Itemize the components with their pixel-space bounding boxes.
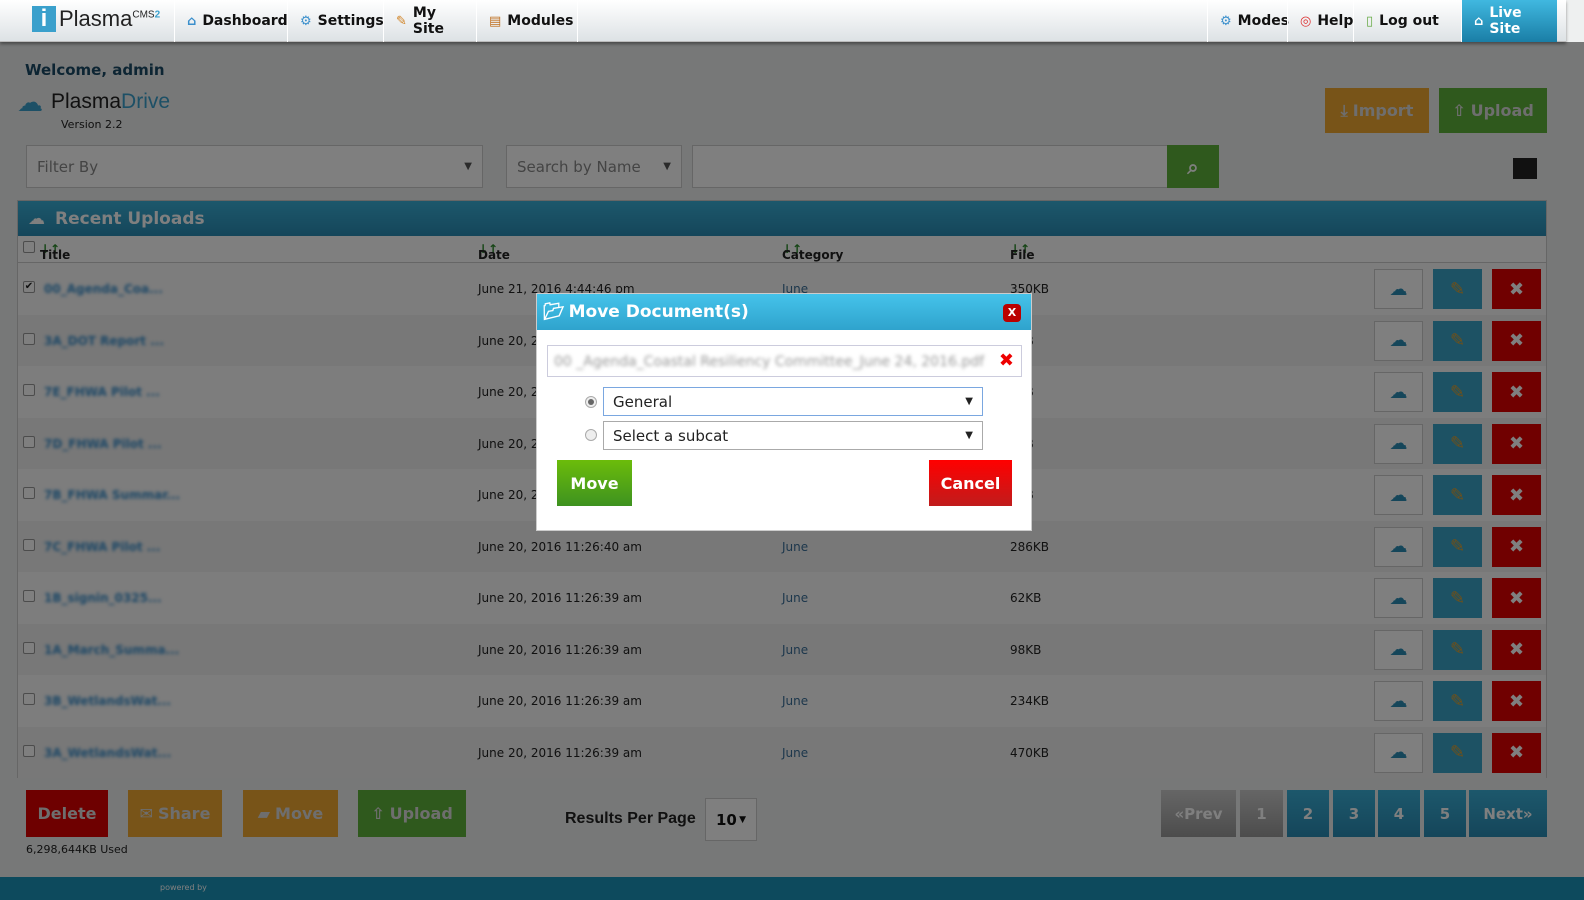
nav-label: Modes xyxy=(1237,13,1290,29)
subcat-radio[interactable] xyxy=(585,429,597,441)
move-documents-modal: 📂︎ Move Document(s) X 00 _Agenda_Coastal … xyxy=(536,293,1032,531)
nav-dashboard[interactable]: ⌂ Dashboard xyxy=(174,0,288,42)
nav-logout[interactable]: ▯ Log out xyxy=(1353,0,1461,42)
nav-my-site[interactable]: ✎ My Site xyxy=(383,0,476,42)
nav-label: Settings xyxy=(317,13,384,29)
nav-modules[interactable]: ▤ Modules xyxy=(476,0,578,42)
modal-cancel-button[interactable]: Cancel xyxy=(929,460,1012,506)
remove-file-icon[interactable]: ✖ xyxy=(999,350,1014,371)
logo-sup: CMS xyxy=(132,9,155,21)
subcat-value: Select a subcat xyxy=(613,426,729,445)
gears-icon: ⚙ xyxy=(1220,13,1232,29)
nav-help[interactable]: ◎ Help xyxy=(1287,0,1353,42)
category-select[interactable]: General ▼ xyxy=(603,387,983,416)
box-icon: ▤ xyxy=(489,13,502,29)
modal-close-button[interactable]: X xyxy=(1003,304,1021,322)
subcat-select[interactable]: Select a subcat ▼ xyxy=(603,421,983,450)
selected-file: 00 _Agenda_Coastal Resiliency Committee_… xyxy=(547,345,1022,377)
logo-i-icon: i xyxy=(32,6,56,32)
modal-title: Move Document(s) xyxy=(568,302,749,322)
pencil-icon: ✎ xyxy=(396,13,407,29)
category-value: General xyxy=(613,392,673,411)
logo-num: 2 xyxy=(154,9,161,21)
file-name: 00 _Agenda_Coastal Resiliency Committee_… xyxy=(554,354,985,370)
nav-label: Modules xyxy=(507,13,574,29)
modal-move-button[interactable]: Move xyxy=(557,460,632,506)
dropdown-arrow-icon: ▼ xyxy=(965,396,973,407)
nav-label: My Site xyxy=(412,5,444,37)
nav-label: Log out xyxy=(1379,13,1439,29)
gear-icon: ⚙ xyxy=(300,13,312,29)
lifebuoy-icon: ◎ xyxy=(1300,13,1312,29)
door-icon: ▯ xyxy=(1366,13,1374,29)
logo-text: Plasma xyxy=(59,6,133,31)
dropdown-arrow-icon: ▼ xyxy=(965,430,973,441)
home-icon: ⌂ xyxy=(1474,13,1484,29)
category-radio[interactable] xyxy=(585,396,597,408)
nav-settings[interactable]: ⚙ Settings xyxy=(287,0,384,42)
nav-live-site[interactable]: ⌂ Live Site xyxy=(1461,0,1557,42)
folder-open-icon: 📂︎ xyxy=(543,302,565,322)
plasma-cms-logo[interactable]: i PlasmaCMS2 xyxy=(32,6,160,32)
top-navbar: i PlasmaCMS2 ⌂ Dashboard ⚙ Settings ✎ My Si… xyxy=(0,0,1566,42)
dashboard-icon: ⌂ xyxy=(187,13,197,29)
nav-label: Dashboard xyxy=(202,13,288,29)
nav-label: Help xyxy=(1317,13,1354,29)
nav-label: Live Site xyxy=(1489,5,1522,37)
nav-modes[interactable]: ⚙ Modes xyxy=(1207,0,1290,42)
